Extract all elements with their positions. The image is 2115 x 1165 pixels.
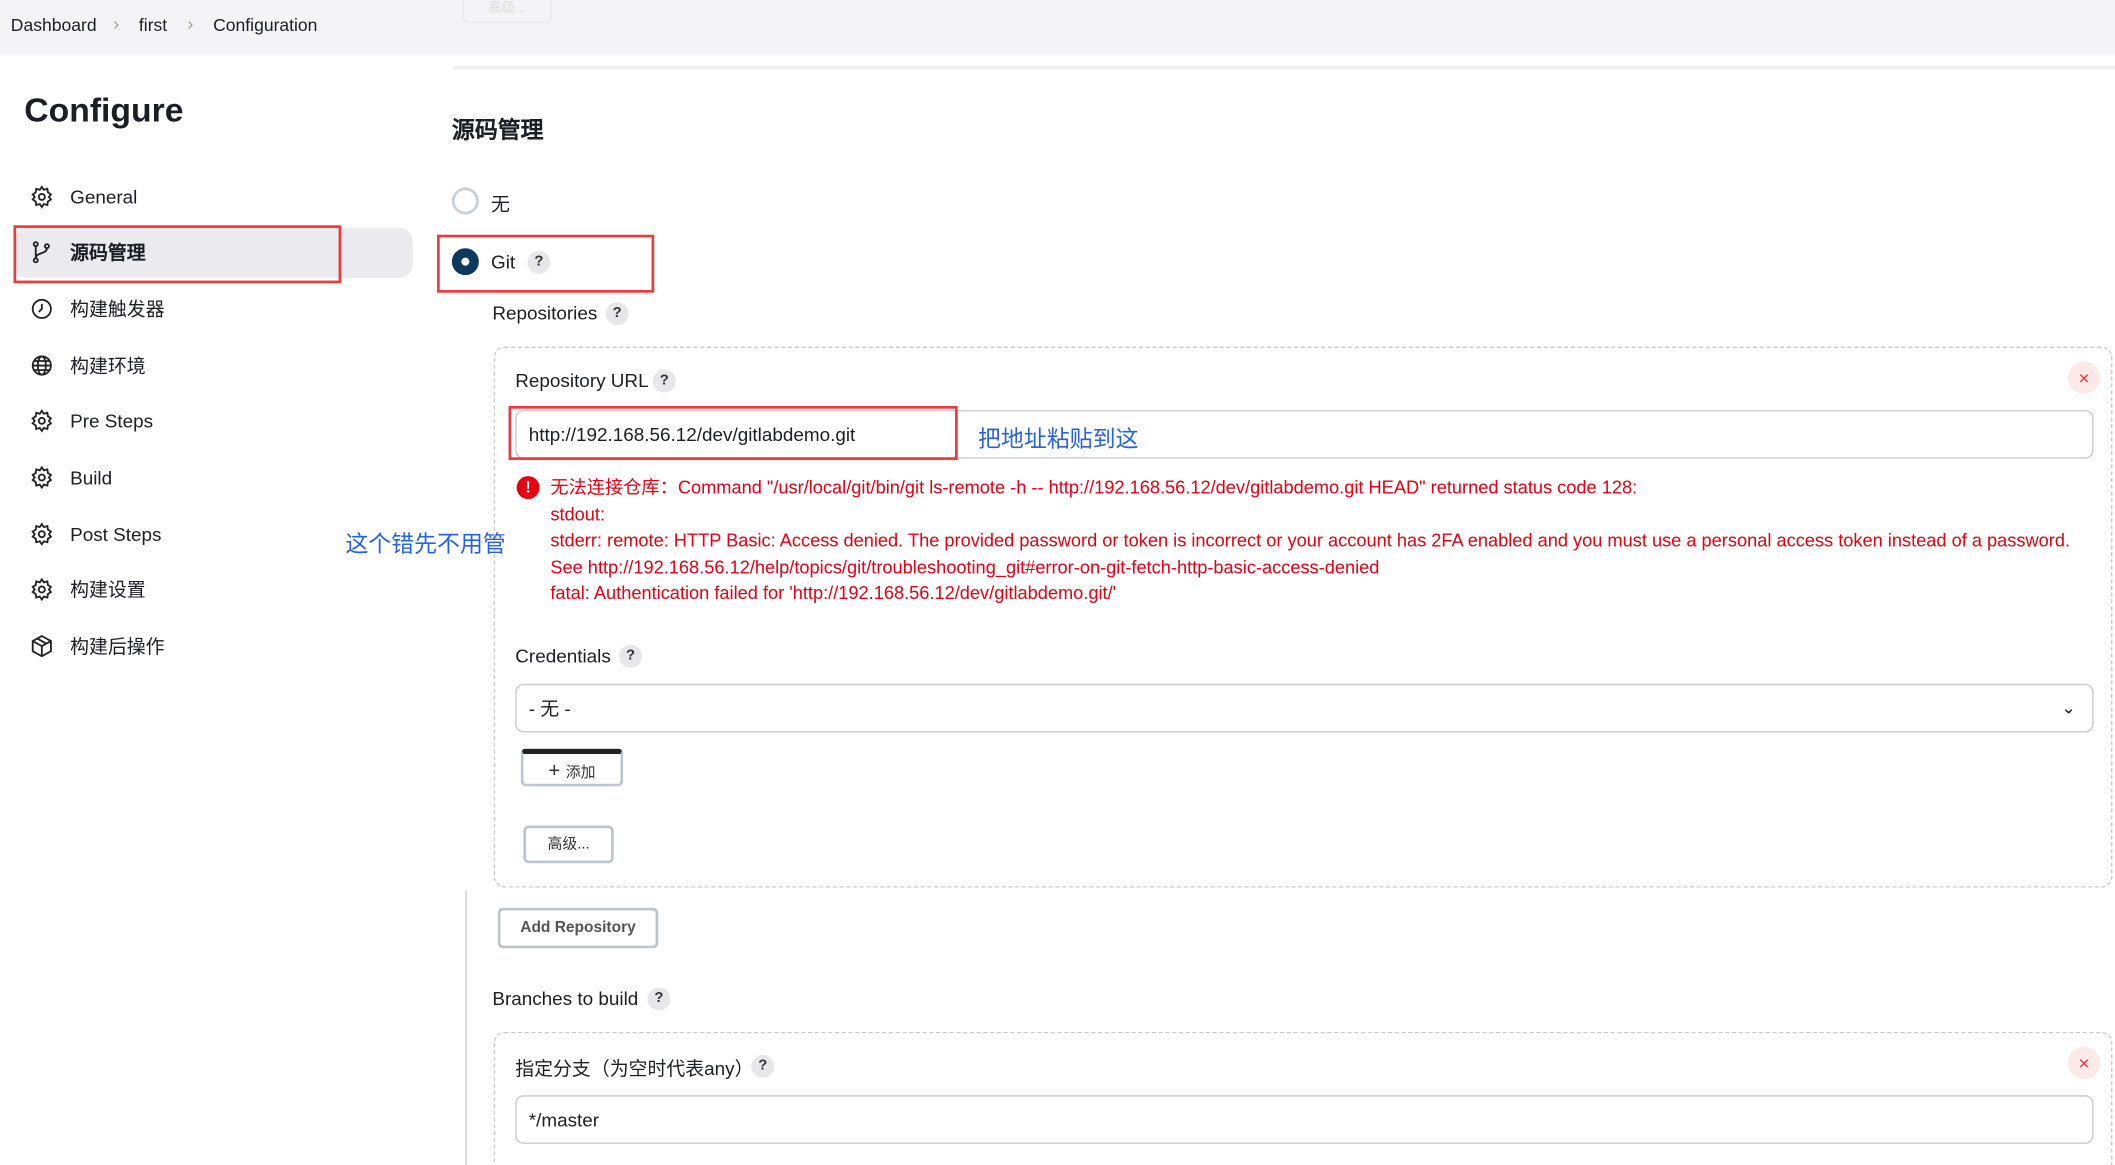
add-repository-button[interactable]: Add Repository: [497, 907, 659, 949]
plus-icon: +: [548, 759, 566, 783]
sidebar-item-8[interactable]: 构建设置: [13, 565, 412, 615]
section-title: 源码管理: [451, 117, 544, 143]
sidebar-item-label: General: [70, 185, 138, 208]
gear-icon: [30, 578, 54, 602]
annotation-ignore-error: 这个错先不用管: [345, 531, 506, 558]
close-icon[interactable]: ×: [2067, 361, 2101, 394]
clock-icon: [30, 297, 54, 321]
sidebar-item-3[interactable]: 构建触发器: [13, 284, 412, 334]
repositories-label: Repositories: [492, 302, 598, 324]
gear-icon: [30, 521, 54, 546]
chevron-down-icon: ⌄: [2061, 697, 2076, 718]
highlight-box: [13, 225, 342, 284]
highlight-box: [508, 406, 958, 460]
branch-spec-label: 指定分支（为空时代表any）: [515, 1057, 754, 1080]
divider: [453, 66, 2115, 69]
ghost-advanced-button: 高级...: [462, 0, 552, 23]
branch-spec-input[interactable]: */master: [515, 1095, 2094, 1144]
help-icon[interactable]: ?: [605, 302, 629, 326]
divider: [465, 890, 467, 1165]
error-line: 无法连接仓库：Command "/usr/local/git/bin/git l…: [550, 477, 1638, 498]
error-message: 无法连接仓库：Command "/usr/local/git/bin/git l…: [550, 475, 2070, 607]
help-icon[interactable]: ?: [751, 1054, 775, 1078]
sidebar-item-label: Pre Steps: [70, 410, 154, 433]
sidebar-item-label: Post Steps: [70, 522, 162, 545]
error-line: See http://192.168.56.12/help/topics/git…: [550, 556, 1380, 577]
globe-icon: [30, 353, 54, 377]
error-icon: !: [516, 476, 540, 500]
error-line: fatal: Authentication failed for 'http:/…: [550, 582, 1117, 603]
jenkins-configure-page: Dashboard › first › Configuration 高级... …: [0, 0, 2115, 1165]
branch-spec-value: */master: [528, 1108, 600, 1131]
gear-icon: [30, 184, 54, 209]
breadcrumb-first[interactable]: first: [139, 15, 167, 35]
highlight-box: [437, 234, 655, 293]
close-icon[interactable]: ×: [2067, 1046, 2101, 1080]
sidebar-item-label: 构建触发器: [70, 297, 165, 320]
package-icon: [30, 634, 54, 658]
sidebar-item-label: 构建设置: [70, 579, 146, 601]
sidebar-item-9[interactable]: 构建后操作: [13, 621, 412, 671]
credentials-label: Credentials: [515, 644, 611, 667]
page-title: Configure: [24, 91, 184, 130]
sidebar-item-label: 构建环境: [70, 354, 146, 376]
error-line: stdout:: [550, 503, 606, 525]
help-icon[interactable]: ?: [647, 987, 671, 1011]
chevron-right-icon: ›: [113, 13, 120, 34]
credentials-select[interactable]: - 无 - ⌄: [515, 683, 2094, 733]
radio-none-label: 无: [490, 192, 510, 215]
breadcrumb-dashboard[interactable]: Dashboard: [11, 15, 97, 35]
gear-icon: [30, 465, 54, 490]
sidebar-item-4[interactable]: 构建环境: [13, 340, 412, 390]
sidebar-item-label: Build: [70, 466, 113, 489]
sidebar-item-1[interactable]: General: [13, 171, 412, 221]
sidebar-item-6[interactable]: Build: [13, 453, 412, 503]
radio-none[interactable]: [451, 187, 479, 215]
error-line: stderr: remote: HTTP Basic: Access denie…: [550, 530, 2071, 551]
sidebar-item-label: 构建后操作: [70, 635, 165, 658]
add-label: 添加: [565, 764, 596, 782]
advanced-button[interactable]: 高级...: [523, 825, 614, 864]
sidebar-item-5[interactable]: Pre Steps: [13, 396, 412, 446]
repo-url-label: Repository URL: [515, 369, 649, 392]
branches-label: Branches to build: [492, 987, 639, 1009]
breadcrumb-configuration[interactable]: Configuration: [213, 15, 317, 35]
credentials-value: - 无 -: [528, 697, 571, 719]
help-icon[interactable]: ?: [652, 369, 676, 393]
add-credentials-button[interactable]: + 添加: [520, 748, 624, 787]
help-icon[interactable]: ?: [619, 644, 643, 668]
chevron-right-icon: ›: [187, 13, 194, 34]
gear-icon: [30, 409, 54, 434]
annotation-paste-here: 把地址粘贴到这: [977, 426, 1139, 452]
